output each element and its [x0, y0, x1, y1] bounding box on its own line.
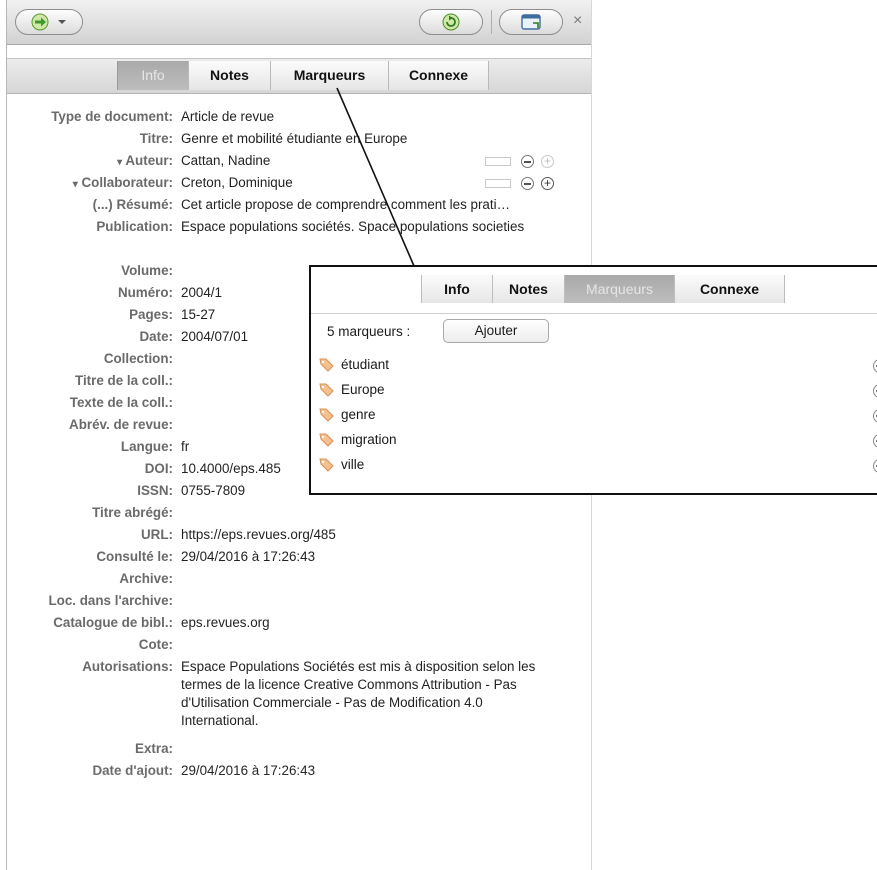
minus-circle-icon[interactable] [873, 434, 877, 448]
tag-row[interactable]: étudiant [319, 355, 877, 375]
field-label: Autorisations: [82, 659, 173, 674]
field-label: Langue: [120, 439, 173, 454]
popup-tab-connexe[interactable]: Connexe [675, 275, 785, 303]
refresh-button[interactable] [419, 9, 483, 35]
arrow-right-icon [31, 13, 66, 31]
rights-value[interactable]: Espace Populations Sociétés est mis à di… [181, 658, 549, 730]
catalog-value[interactable]: eps.revues.org [181, 614, 581, 632]
window-icon [521, 14, 541, 30]
tag-name[interactable]: étudiant [341, 355, 389, 375]
tags-pane-callout: Info Notes Marqueurs Connexe 5 marqueurs… [309, 265, 877, 495]
field-label: Volume: [121, 263, 173, 278]
add-tag-button[interactable]: Ajouter [443, 319, 549, 343]
tab-notes[interactable]: Notes [189, 61, 271, 90]
tab-marqueurs[interactable]: Marqueurs [271, 61, 389, 90]
field-label: DOI: [144, 461, 173, 476]
field-label: Publication: [96, 219, 173, 234]
url-value[interactable]: https://eps.revues.org/485 [181, 526, 581, 544]
refresh-icon [442, 13, 460, 31]
new-window-button[interactable] [499, 9, 563, 35]
popup-tab-info[interactable]: Info [421, 275, 493, 303]
tag-name[interactable]: ville [341, 455, 364, 475]
tab-bar: Info Notes Marqueurs Connexe [7, 58, 591, 94]
field-label: Abrév. de revue: [69, 417, 173, 432]
field-label: Collection: [103, 351, 173, 366]
field-label: Archive: [119, 571, 173, 586]
minus-circle-icon[interactable] [521, 155, 534, 168]
toolbar: × [7, 0, 591, 45]
field-label: Numéro: [117, 285, 173, 300]
popup-tab-bar: Info Notes Marqueurs Connexe [311, 267, 877, 314]
bottom-fade [7, 770, 591, 870]
disclosure-triangle-icon[interactable]: ▾ [117, 157, 122, 168]
disclosure-triangle-icon[interactable]: ▾ [73, 179, 78, 190]
plus-circle-icon[interactable]: + [541, 177, 554, 190]
tag-count-label: 5 marqueurs : [327, 324, 411, 339]
tag-row[interactable]: genre [319, 405, 877, 425]
separator [491, 10, 492, 34]
tag-icon [319, 383, 334, 397]
popup-tab-notes[interactable]: Notes [493, 275, 565, 303]
field-label: ▾ Auteur: [117, 153, 173, 168]
field-label: Texte de la coll.: [69, 395, 173, 410]
tag-icon [319, 408, 334, 422]
abstract-value[interactable]: Cet article propose de comprendre commen… [181, 196, 581, 214]
minus-circle-icon[interactable] [873, 459, 877, 473]
field-label: ISSN: [137, 483, 173, 498]
field-label: Pages: [129, 307, 173, 322]
plus-circle-icon[interactable]: + [541, 155, 554, 168]
tag-row[interactable]: migration [319, 430, 877, 450]
minus-circle-icon[interactable] [873, 409, 877, 423]
field-label: Titre de la coll.: [75, 373, 173, 388]
document-type-value[interactable]: Article de revue [181, 108, 581, 126]
title-value[interactable]: Genre et mobilité étudiante en Europe [181, 130, 581, 148]
field-label: Cote: [138, 637, 173, 652]
field-label: Catalogue de bibl.: [53, 615, 173, 630]
field-label: Date: [139, 329, 173, 344]
field-label: Loc. dans l'archive: [48, 593, 174, 608]
field-label[interactable]: URL: [7, 526, 173, 544]
tab-connexe[interactable]: Connexe [389, 61, 489, 90]
locate-button[interactable] [15, 9, 83, 35]
tag-name[interactable]: genre [341, 405, 376, 425]
accessed-value[interactable]: 29/04/2016 à 17:26:43 [181, 548, 581, 566]
tag-name[interactable]: migration [341, 430, 397, 450]
tag-row[interactable]: Europe [319, 380, 877, 400]
minus-circle-icon[interactable] [873, 384, 877, 398]
field-label[interactable]: (...) Résumé: [7, 196, 173, 214]
publication-value[interactable]: Espace populations sociétés. Space popul… [181, 218, 561, 236]
tag-icon [319, 433, 334, 447]
minus-circle-icon[interactable] [521, 177, 534, 190]
tag-icon [319, 458, 334, 472]
field-label: Consulté le: [96, 549, 173, 564]
tab-info[interactable]: Info [117, 61, 189, 90]
minus-circle-icon[interactable] [873, 359, 877, 373]
field-label: Titre abrégé: [92, 505, 173, 520]
field-label: Type de document: [51, 109, 173, 124]
creator-mode-toggle[interactable] [485, 157, 511, 166]
field-label: ▾ Collaborateur: [72, 175, 173, 190]
tag-name[interactable]: Europe [341, 380, 385, 400]
field-label: Extra: [135, 741, 173, 756]
field-label: Titre: [139, 131, 173, 146]
tag-row[interactable]: ville [319, 455, 877, 475]
close-icon[interactable]: × [573, 12, 582, 30]
popup-tab-marqueurs[interactable]: Marqueurs [565, 275, 675, 303]
tag-icon [319, 358, 334, 372]
creator-mode-toggle[interactable] [485, 179, 511, 188]
